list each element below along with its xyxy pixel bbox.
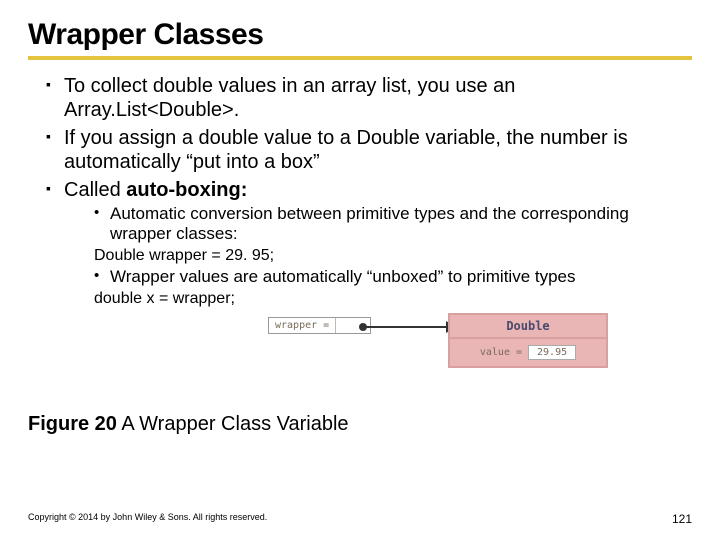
bullet-1-code: Array.List<Double>. [64, 99, 239, 121]
sub-list: Automatic conversion between primitive t… [64, 204, 692, 244]
bullet-3-term: auto-boxing: [126, 179, 247, 201]
bullet-2: If you assign a double value to a Double… [46, 126, 692, 174]
sub-list-2: Wrapper values are automatically “unboxe… [64, 267, 692, 287]
value-cell: 29.95 [528, 345, 576, 360]
figure-text: A Wrapper Class Variable [117, 413, 349, 435]
double-class-label: Double [450, 315, 606, 339]
figure-number: Figure 20 [28, 413, 117, 435]
wrapper-diagram: wrapper = Double value = 29.95 [268, 313, 692, 391]
reference-arrow-icon [364, 326, 454, 328]
page-number: 121 [672, 512, 692, 526]
title-rule [28, 56, 692, 60]
figure-caption: Figure 20 A Wrapper Class Variable [28, 413, 692, 436]
bullet-2-a: If you assign a [64, 127, 199, 149]
bullet-list: To collect double values in an array lis… [28, 74, 692, 309]
bullet-2-double-lc: double [199, 127, 259, 149]
page-title: Wrapper Classes [28, 18, 692, 52]
bullet-2-double-uc: Double [356, 127, 419, 149]
slide-footer: Copyright © 2014 by John Wiley & Sons. A… [28, 512, 692, 526]
value-label: value = [480, 347, 522, 358]
bullet-1: To collect double values in an array lis… [46, 74, 692, 122]
copyright-text: Copyright © 2014 by John Wiley & Sons. A… [28, 512, 267, 526]
sub-1: Automatic conversion between primitive t… [94, 204, 692, 244]
bullet-3-a: Called [64, 179, 126, 201]
code-line-1: Double wrapper = 29. 95; [64, 246, 692, 265]
bullet-1-text: To collect double values in an array lis… [64, 75, 515, 97]
code-line-2: double x = wrapper; [64, 289, 692, 308]
sub-2: Wrapper values are automatically “unboxe… [94, 267, 692, 287]
bullet-3: Called auto-boxing: Automatic conversion… [46, 178, 692, 309]
double-value-row: value = 29.95 [450, 339, 606, 366]
wrapper-label: wrapper = [269, 318, 336, 333]
bullet-2-c: value to a [259, 127, 357, 149]
wrapper-variable-box: wrapper = [268, 317, 371, 334]
double-object-box: Double value = 29.95 [448, 313, 608, 368]
